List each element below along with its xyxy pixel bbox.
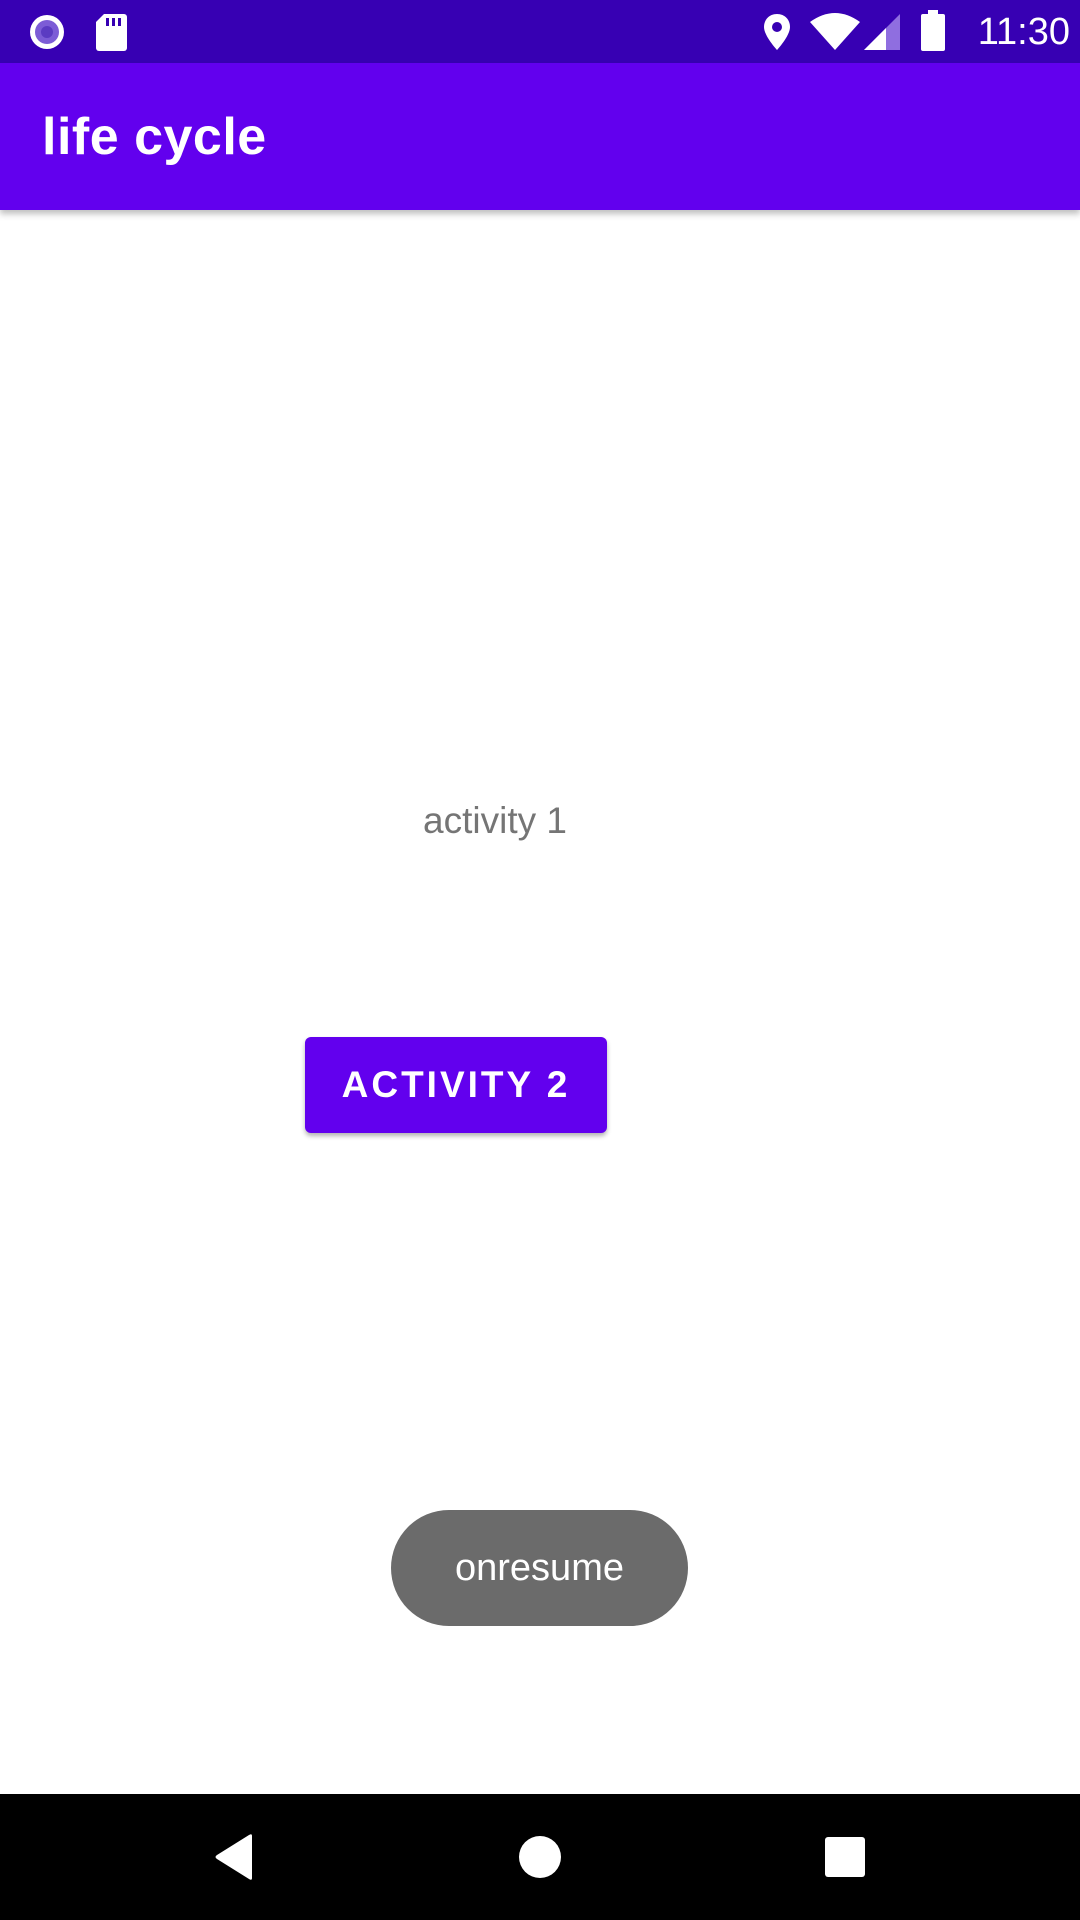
app-bar: life cycle — [0, 63, 1080, 210]
recents-button[interactable] — [810, 1822, 880, 1892]
back-icon — [215, 1834, 252, 1880]
toast-message: onresume — [391, 1510, 688, 1626]
back-button[interactable] — [200, 1822, 270, 1892]
recents-icon — [825, 1837, 865, 1877]
battery-icon — [921, 10, 945, 51]
signal-icon — [864, 14, 900, 50]
home-button[interactable] — [505, 1822, 575, 1892]
wifi-icon — [810, 13, 860, 50]
sd-card-icon — [96, 14, 127, 51]
activity-label: activity 1 — [423, 800, 567, 841]
status-bar: 11:30 — [0, 0, 1080, 63]
home-icon — [519, 1836, 561, 1878]
notification-circle-icon — [30, 15, 64, 49]
location-icon — [764, 14, 790, 50]
activity-2-button[interactable]: ACTIVITY 2 — [305, 1037, 607, 1133]
navigation-bar — [0, 1794, 1080, 1920]
status-time: 11:30 — [977, 11, 1070, 53]
app-title: life cycle — [42, 108, 267, 166]
